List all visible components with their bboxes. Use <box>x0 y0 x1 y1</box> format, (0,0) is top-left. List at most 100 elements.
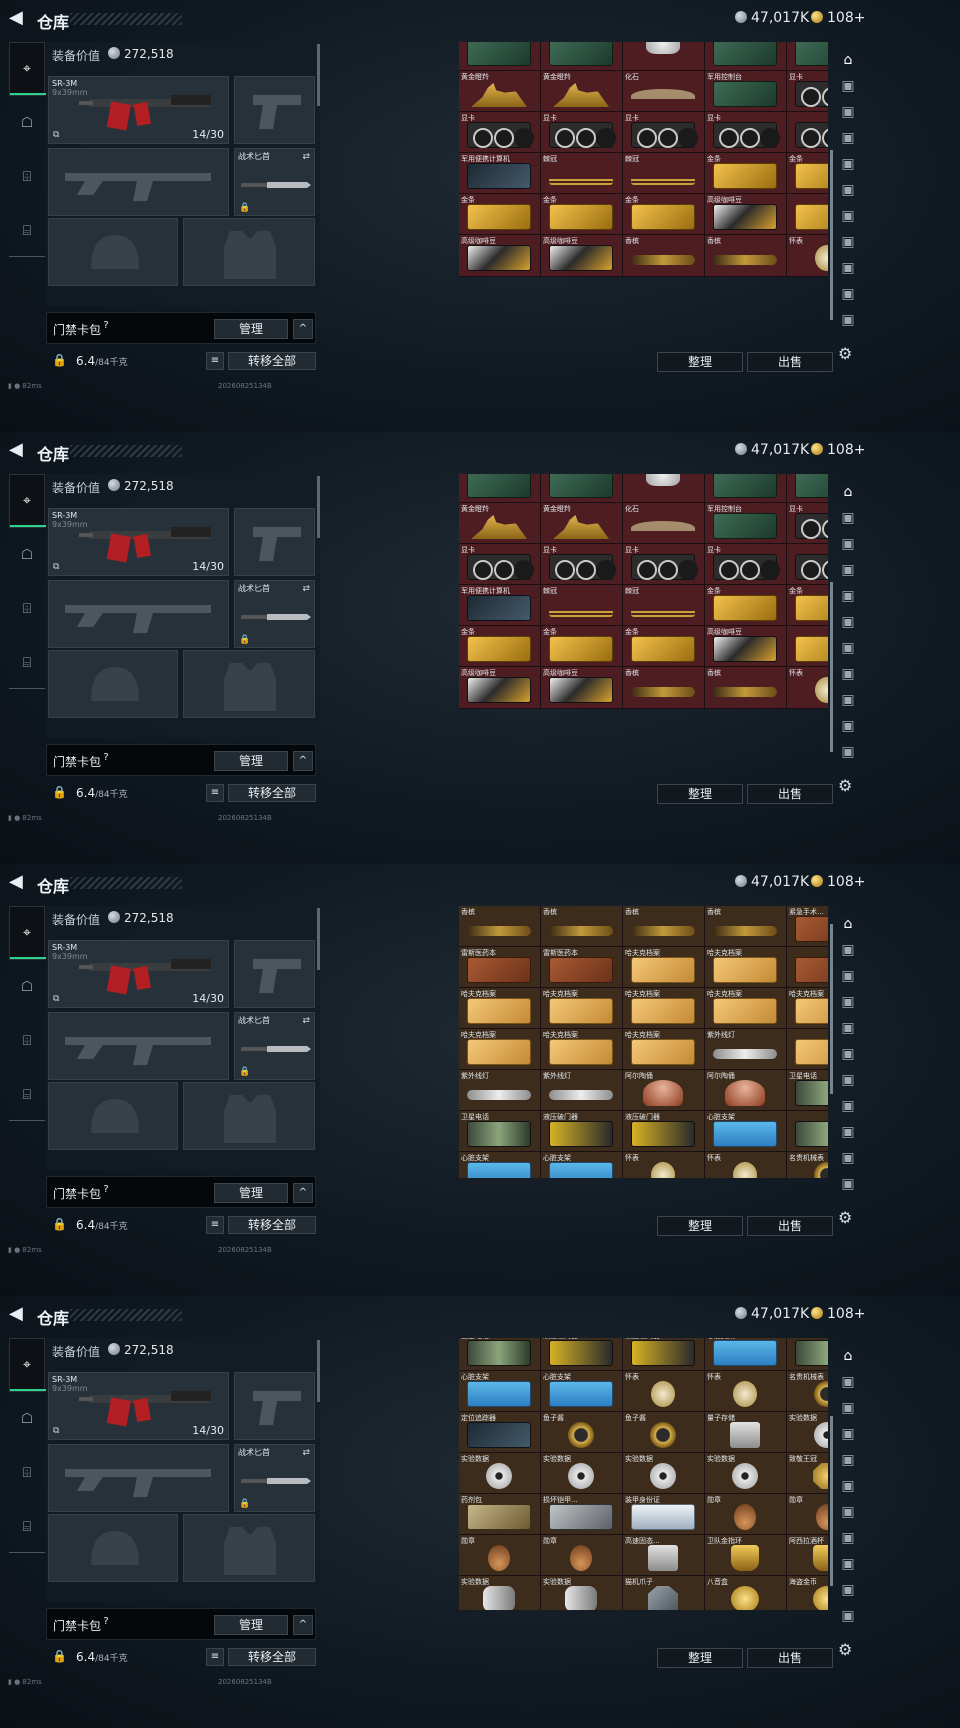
swap-icon[interactable]: ⇄ <box>302 152 310 162</box>
inventory-cell[interactable]: 紫外线灯 <box>704 1028 787 1071</box>
inventory-cell[interactable]: 怀表 <box>622 1151 705 1178</box>
inventory-cell[interactable]: 棘冠 <box>622 584 705 627</box>
inventory-cell[interactable]: 高级咖啡豆 <box>540 234 623 277</box>
storage-tab-tv-icon[interactable]: ▣ <box>836 208 860 230</box>
storage-tab-tv-icon[interactable]: ▣ <box>836 718 860 740</box>
inventory-cell[interactable] <box>622 474 705 504</box>
storage-tab-tv-icon[interactable]: ▣ <box>836 1426 860 1448</box>
storage-tab-tv-icon[interactable]: ▣ <box>836 286 860 308</box>
helmet-slot[interactable] <box>48 650 178 718</box>
settings-gear-icon[interactable]: ⚙ <box>838 776 852 795</box>
storage-tab-home-icon[interactable]: ⌂ <box>836 1348 860 1370</box>
storage-tab-tv-icon[interactable]: ▣ <box>836 156 860 178</box>
inventory-cell[interactable]: 金条 <box>540 625 623 668</box>
tab-armor[interactable]: ⌹ <box>9 1014 45 1068</box>
inventory-cell[interactable]: 化石 <box>622 70 705 113</box>
armor-slot[interactable] <box>183 218 315 286</box>
inventory-cell[interactable]: 显卡 <box>704 111 787 154</box>
list-view-button[interactable]: ≡ <box>206 1216 224 1234</box>
tab-backpack[interactable]: ⌸ <box>9 204 45 258</box>
inventory-cell[interactable]: 香槟 <box>704 666 787 709</box>
inventory-cell[interactable]: 金条 <box>459 193 541 236</box>
settings-gear-icon[interactable]: ⚙ <box>838 1640 852 1659</box>
inventory-cell[interactable]: 心脏支架 <box>704 1338 787 1372</box>
storage-tab-tv-icon[interactable]: ▣ <box>836 1556 860 1578</box>
tab-armor[interactable]: ⌹ <box>9 1446 45 1500</box>
inventory-cell[interactable]: 哈夫克档案 <box>459 1028 541 1071</box>
inventory-cell[interactable] <box>704 474 787 504</box>
inventory-cell[interactable]: 名贵机械表 <box>786 1370 828 1413</box>
inventory-cell[interactable]: 实验数据 <box>704 1452 787 1495</box>
inventory-cell[interactable]: 海盗金币 <box>786 1575 828 1610</box>
storage-tab-tv-icon[interactable]: ▣ <box>836 744 860 766</box>
inventory-cell[interactable]: 显卡 <box>459 543 541 586</box>
warehouse-scrollbar[interactable] <box>830 924 833 1094</box>
inventory-cell[interactable]: 哈夫克档案 <box>786 987 828 1030</box>
inventory-cell[interactable]: 名贵机械表 <box>786 1151 828 1178</box>
secondary-weapon-slot[interactable] <box>48 580 229 648</box>
inventory-cell[interactable]: 香槟 <box>459 906 541 948</box>
inventory-cell[interactable]: 显卡 <box>704 543 787 586</box>
inventory-cell[interactable]: 高速固态... <box>622 1534 705 1577</box>
tab-helmet[interactable]: ☖ <box>9 528 45 582</box>
storage-tab-tv-icon[interactable]: ▣ <box>836 640 860 662</box>
tab-weapons[interactable]: ⌖ <box>9 1338 46 1392</box>
inventory-cell[interactable]: 显卡 <box>622 111 705 154</box>
inventory-cell[interactable]: 卫队金指环 <box>704 1534 787 1577</box>
inventory-cell[interactable]: 雷斯医药本 <box>540 946 623 989</box>
inventory-cell[interactable] <box>786 474 828 504</box>
help-icon[interactable]: ? <box>99 1615 113 1629</box>
sort-button[interactable]: 整理 <box>657 784 743 804</box>
sell-button[interactable]: 出售 <box>747 352 833 372</box>
inventory-cell[interactable]: 高级咖啡豆 <box>704 193 787 236</box>
collapse-button[interactable]: ^ <box>293 751 313 771</box>
swap-icon[interactable]: ⇄ <box>302 1448 310 1458</box>
inventory-cell[interactable]: 实验数据 <box>459 1452 541 1495</box>
melee-slot[interactable]: 战术匕首 ⇄ 🔒 <box>234 580 315 648</box>
tab-backpack[interactable]: ⌸ <box>9 636 45 690</box>
storage-tab-tv-icon[interactable]: ▣ <box>836 104 860 126</box>
swap-icon[interactable]: ⇄ <box>302 584 310 594</box>
storage-tab-home-icon[interactable]: ⌂ <box>836 52 860 74</box>
storage-tab-tv-icon[interactable]: ▣ <box>836 562 860 584</box>
equipment-scrollbar[interactable] <box>317 1340 320 1402</box>
inventory-cell[interactable] <box>786 111 828 154</box>
inventory-cell[interactable]: 量子存储 <box>704 1411 787 1454</box>
inventory-cell[interactable]: 哈夫克档案 <box>622 946 705 989</box>
attachment-icon[interactable]: ⧉ <box>53 1426 59 1436</box>
inventory-cell[interactable]: 怀表 <box>786 666 828 709</box>
primary-weapon-slot[interactable]: SR-3M 9x39mm ⧉ 14/30 <box>48 940 229 1008</box>
inventory-cell[interactable]: 心脏支架 <box>459 1151 541 1178</box>
storage-tab-tv-icon[interactable]: ▣ <box>836 1504 860 1526</box>
equipment-scrollbar[interactable] <box>317 908 320 970</box>
inventory-cell[interactable]: 紧急手术... <box>786 906 828 948</box>
inventory-cell[interactable]: 高级咖啡豆 <box>459 666 541 709</box>
sell-button[interactable]: 出售 <box>747 784 833 804</box>
melee-slot[interactable]: 战术匕首 ⇄ 🔒 <box>234 1012 315 1080</box>
back-arrow-icon[interactable]: ◀ <box>9 1304 29 1324</box>
melee-slot[interactable]: 战术匕首 ⇄ 🔒 <box>234 1444 315 1512</box>
inventory-cell[interactable]: 猫机爪子 <box>622 1575 705 1610</box>
inventory-cell[interactable]: 显卡 <box>786 70 828 113</box>
storage-tab-tv-icon[interactable]: ▣ <box>836 692 860 714</box>
inventory-cell[interactable]: 实验数据 <box>622 1452 705 1495</box>
gold-currency[interactable]: 108+ <box>811 1306 865 1322</box>
helmet-slot[interactable] <box>48 1514 178 1582</box>
inventory-cell[interactable]: 卫星电话 <box>459 1110 541 1153</box>
transfer-all-button[interactable]: 转移全部 <box>228 352 316 370</box>
inventory-cell[interactable]: 化石 <box>622 502 705 545</box>
inventory-cell[interactable]: 军用便携计算机 <box>459 584 541 627</box>
inventory-cell[interactable]: 显卡 <box>540 111 623 154</box>
inventory-cell[interactable]: 棘冠 <box>540 584 623 627</box>
list-view-button[interactable]: ≡ <box>206 1648 224 1666</box>
collapse-button[interactable]: ^ <box>293 1615 313 1635</box>
tab-helmet[interactable]: ☖ <box>9 96 45 150</box>
inventory-cell[interactable]: 装甲身份证 <box>622 1493 705 1536</box>
back-arrow-icon[interactable]: ◀ <box>9 8 29 28</box>
pistol-slot[interactable] <box>234 508 315 576</box>
tab-armor[interactable]: ⌹ <box>9 582 45 636</box>
armor-slot[interactable] <box>183 1082 315 1150</box>
inventory-cell[interactable]: 高级咖啡豆 <box>540 666 623 709</box>
attachment-icon[interactable]: ⧉ <box>53 130 59 140</box>
storage-tab-tv-icon[interactable]: ▣ <box>836 536 860 558</box>
